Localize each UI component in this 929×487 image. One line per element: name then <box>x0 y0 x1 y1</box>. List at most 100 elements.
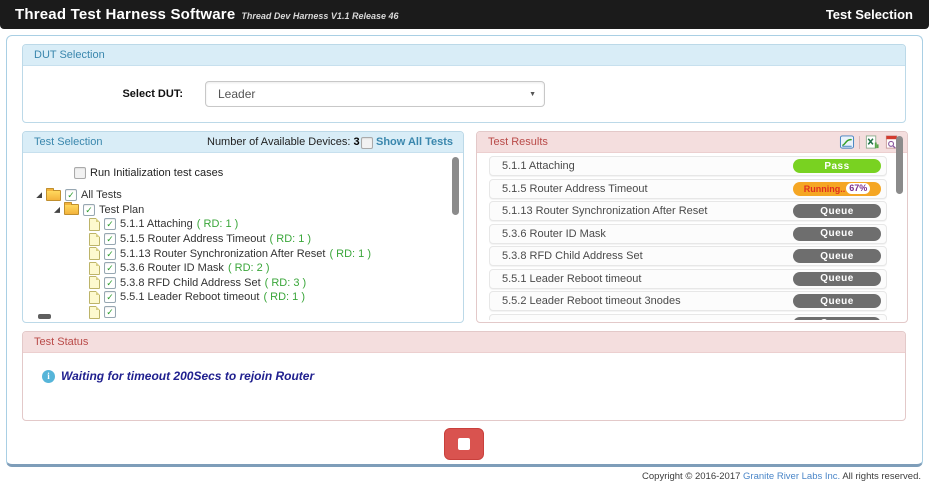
result-row[interactable]: 5.3.8 RFD Child Address Set Queue <box>489 246 887 266</box>
copyright: Copyright © 2016-2017 Granite River Labs… <box>642 471 921 482</box>
test-rd: ( RD: 2 ) <box>228 262 270 274</box>
test-selection-header: Test Selection Number of Available Devic… <box>23 132 463 153</box>
tree-horizontal-scrollbar[interactable] <box>38 314 51 319</box>
run-init-checkbox[interactable] <box>74 167 86 179</box>
dut-selection-panel: DUT Selection Select DUT: Leader ▼ <box>22 44 906 123</box>
chevron-down-icon: ▼ <box>529 91 536 98</box>
status-label: Queue <box>820 318 854 320</box>
tree-node-all-tests[interactable]: All Tests <box>36 188 462 203</box>
file-icon <box>89 247 100 260</box>
results-vertical-scrollbar[interactable] <box>896 136 903 194</box>
result-row[interactable]: 5.5.2 Leader Reboot timeout 3nodes Queue <box>489 291 887 311</box>
test-name: 5.1.13 Router Synchronization After Rese… <box>120 248 325 260</box>
test-status-header: Test Status <box>23 332 905 353</box>
status-badge: Queue <box>793 317 881 321</box>
page-title: Test Selection <box>826 7 929 22</box>
status-badge: Pass <box>793 159 881 173</box>
status-label: Queue <box>820 273 854 284</box>
result-row[interactable]: 5.5.1 Leader Reboot timeout Queue <box>489 269 887 289</box>
tree-test-item[interactable]: 5.3.8 RFD Child Address Set ( RD: 3 ) <box>89 276 462 291</box>
status-label: Running.. <box>804 184 846 194</box>
tree-test-item[interactable]: 5.1.13 Router Synchronization After Rese… <box>89 246 462 261</box>
status-label: Queue <box>820 206 854 217</box>
test-rd: ( RD: 1 ) <box>329 248 371 260</box>
test-rd: ( RD: 1 ) <box>263 291 305 303</box>
collapse-triangle-icon[interactable] <box>36 192 42 198</box>
tree-test-item[interactable]: 5.1.1 Attaching ( RD: 1 ) <box>89 217 462 232</box>
file-icon <box>89 291 100 304</box>
test-tree: Run Initialization test cases All Tests … <box>24 153 462 321</box>
chart-icon[interactable] <box>839 135 855 150</box>
folder-icon <box>64 204 79 215</box>
toolbar-divider <box>859 136 860 149</box>
test-plan-label: Test Plan <box>99 204 144 216</box>
test-rd: ( RD: 1 ) <box>197 218 239 230</box>
tree-vertical-scrollbar[interactable] <box>452 157 459 215</box>
test-checkbox[interactable] <box>104 262 116 274</box>
folder-icon <box>46 190 61 201</box>
tree-node-test-plan[interactable]: Test Plan <box>54 203 462 218</box>
test-selection-title: Test Selection <box>34 136 102 148</box>
status-badge: Running.. 67% <box>793 182 881 196</box>
status-label: Queue <box>820 251 854 262</box>
file-icon <box>89 233 100 246</box>
test-checkbox[interactable] <box>104 248 116 260</box>
tree-test-list: 5.1.1 Attaching ( RD: 1 ) 5.1.5 Router A… <box>24 217 462 319</box>
all-tests-label: All Tests <box>81 189 122 201</box>
test-checkbox[interactable] <box>104 218 116 230</box>
result-row[interactable]: Queue <box>489 314 887 321</box>
result-row[interactable]: 5.1.5 Router Address Timeout Running.. 6… <box>489 179 887 199</box>
status-badge: Queue <box>793 204 881 218</box>
show-all-tests-toggle[interactable]: Show All Tests <box>361 132 453 153</box>
run-init-row[interactable]: Run Initialization test cases <box>74 167 462 179</box>
test-rd: ( RD: 3 ) <box>265 277 307 289</box>
select-dut-label: Select DUT: <box>99 88 183 100</box>
file-icon <box>89 218 100 231</box>
result-row[interactable]: 5.3.6 Router ID Mask Queue <box>489 224 887 244</box>
tree-test-item[interactable]: 5.3.6 Router ID Mask ( RD: 2 ) <box>89 261 462 276</box>
status-message: Waiting for timeout 200Secs to rejoin Ro… <box>61 369 314 383</box>
dut-select-value: Leader <box>218 87 255 101</box>
main-container: DUT Selection Select DUT: Leader ▼ Test … <box>6 35 923 467</box>
tree-test-item[interactable] <box>89 305 462 320</box>
info-icon: i <box>42 370 55 383</box>
company-link[interactable]: Granite River Labs Inc. <box>743 471 840 482</box>
test-plan-checkbox[interactable] <box>83 204 95 216</box>
result-name: 5.3.8 RFD Child Address Set <box>502 250 643 262</box>
stop-button[interactable] <box>444 428 484 460</box>
dut-selection-header: DUT Selection <box>23 45 905 66</box>
all-tests-checkbox[interactable] <box>65 189 77 201</box>
test-rd: ( RD: 1 ) <box>270 233 312 245</box>
progress-percent: 67% <box>846 183 870 194</box>
result-name: 5.1.1 Attaching <box>502 160 575 172</box>
status-badge: Queue <box>793 272 881 286</box>
result-name: 5.5.2 Leader Reboot timeout 3nodes <box>502 295 681 307</box>
test-checkbox[interactable] <box>104 291 116 303</box>
run-init-label: Run Initialization test cases <box>90 167 223 179</box>
result-name: 5.1.13 Router Synchronization After Rese… <box>502 205 707 217</box>
test-name: 5.3.6 Router ID Mask <box>120 262 224 274</box>
status-badge: Queue <box>793 294 881 308</box>
test-name: 5.1.1 Attaching <box>120 218 193 230</box>
result-row[interactable]: 5.1.13 Router Synchronization After Rese… <box>489 201 887 221</box>
tree-test-item[interactable]: 5.1.5 Router Address Timeout ( RD: 1 ) <box>89 232 462 247</box>
test-checkbox[interactable] <box>104 233 116 245</box>
test-results-header: Test Results <box>477 132 907 153</box>
test-name: 5.5.1 Leader Reboot timeout <box>120 291 259 303</box>
tree-test-item[interactable]: 5.5.1 Leader Reboot timeout ( RD: 1 ) <box>89 290 462 305</box>
devices-count: 3 <box>354 136 360 148</box>
test-checkbox[interactable] <box>104 306 116 318</box>
dut-select[interactable]: Leader ▼ <box>205 81 545 107</box>
show-all-tests-checkbox[interactable] <box>361 137 373 149</box>
result-row[interactable]: 5.1.1 Attaching Pass <box>489 156 887 176</box>
results-list: 5.1.1 Attaching Pass 5.1.5 Router Addres… <box>489 156 887 320</box>
test-results-title: Test Results <box>488 136 548 148</box>
app-subtitle: Thread Dev Harness V1.1 Release 46 <box>241 11 398 21</box>
result-name: 5.5.1 Leader Reboot timeout <box>502 273 641 285</box>
file-icon <box>89 306 100 319</box>
excel-export-icon[interactable] <box>864 135 880 150</box>
test-name: 5.1.5 Router Address Timeout <box>120 233 266 245</box>
collapse-triangle-icon[interactable] <box>54 207 60 213</box>
app-header: Thread Test Harness Software Thread Dev … <box>0 0 929 29</box>
test-checkbox[interactable] <box>104 277 116 289</box>
